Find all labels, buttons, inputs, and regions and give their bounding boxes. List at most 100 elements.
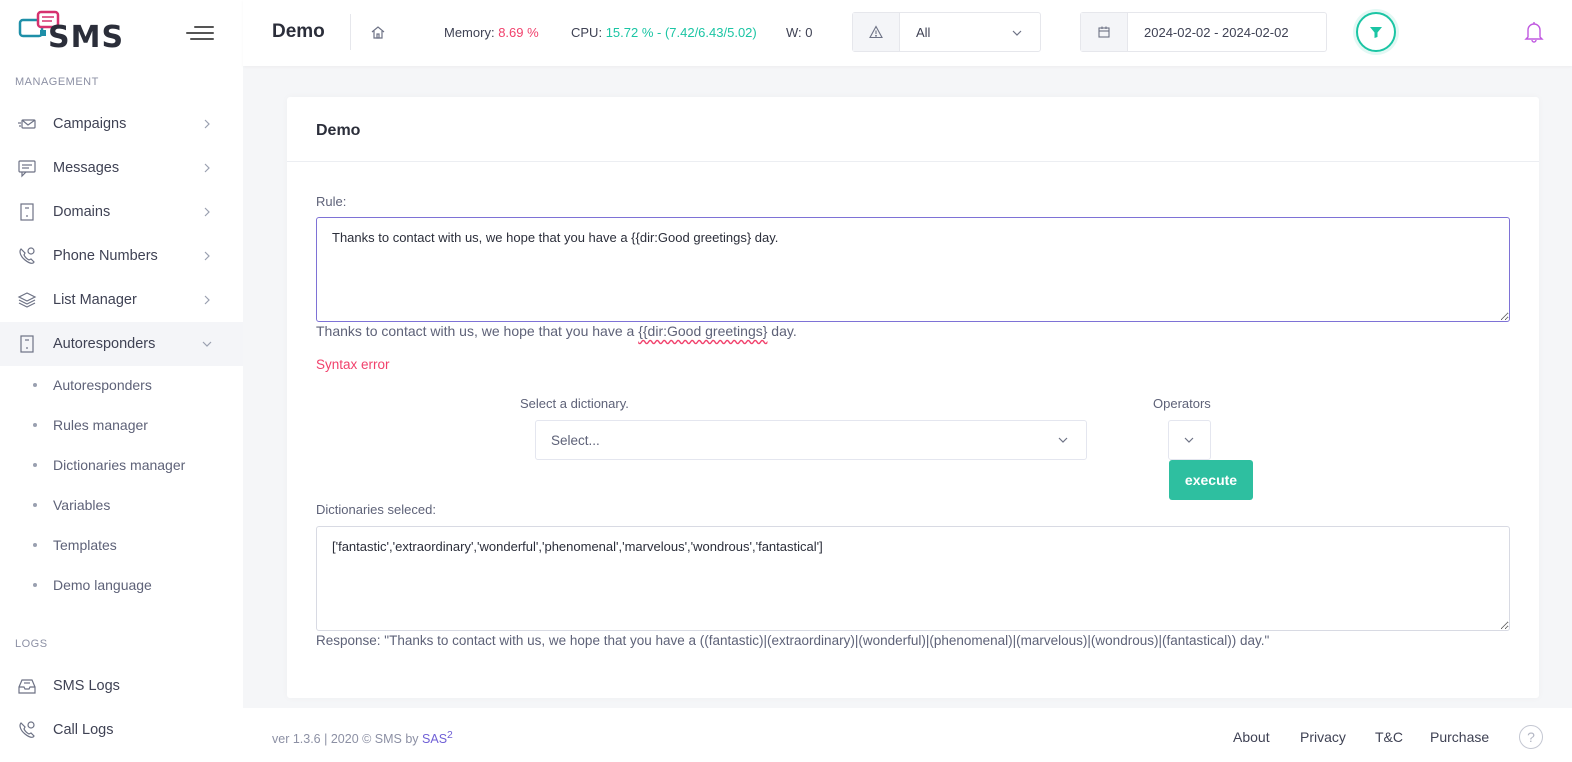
card-title: Demo <box>316 122 361 139</box>
inbox-icon <box>18 679 36 694</box>
bullet-icon <box>33 463 37 467</box>
sidebar-item-label: Phone Numbers <box>53 248 158 264</box>
chevron-right-icon <box>204 207 210 217</box>
sidebar-item-label: Autoresponders <box>53 336 156 352</box>
sidebar-item-sms-logs[interactable]: SMS Logs <box>0 664 243 708</box>
phone-icon <box>19 721 35 738</box>
dictionaries-selected-label: Dictionaries seleced: <box>316 502 436 517</box>
demo-card: Demo Rule: Thanks to contact with us, we… <box>287 97 1539 698</box>
footer-link-tc[interactable]: T&C <box>1375 729 1403 745</box>
building-icon <box>20 335 34 353</box>
sidebar-item-label: Campaigns <box>53 116 127 132</box>
sidebar-item-label: List Manager <box>53 292 137 308</box>
operators-select[interactable] <box>1168 420 1211 460</box>
operators-label: Operators <box>1153 396 1211 411</box>
sidebar-subitem-autoresponders[interactable]: Autoresponders <box>0 370 243 400</box>
chevron-right-icon <box>204 119 210 129</box>
dictionary-select-value: Select... <box>551 433 600 448</box>
brand-link[interactable]: SAS2 <box>422 730 453 747</box>
bullet-icon <box>33 503 37 507</box>
filter-icon <box>1370 27 1382 38</box>
sidebar-subitem-label: Dictionaries manager <box>53 457 186 473</box>
footer-link-purchase[interactable]: Purchase <box>1430 729 1489 745</box>
header-divider <box>350 14 351 50</box>
memory-value: 8.69 % <box>498 25 539 40</box>
sidebar-item-phone-numbers[interactable]: Phone Numbers <box>0 234 243 278</box>
logo-text: SMS <box>48 20 125 55</box>
sidebar-item-label: Call Logs <box>53 722 114 738</box>
sidebar-item-campaigns[interactable]: Campaigns <box>0 102 243 146</box>
chevron-down-icon <box>1012 30 1022 36</box>
dictionary-label: Select a dictionary. <box>520 396 629 411</box>
sidebar-subitem-label: Templates <box>53 537 117 553</box>
chevron-down-icon <box>202 341 212 347</box>
footer-link-about[interactable]: About <box>1233 729 1270 745</box>
memory-label: Memory: <box>444 25 495 40</box>
footer: ver 1.3.6 | 2020 © SMS by SAS2 About Pri… <box>243 708 1572 762</box>
bullet-icon <box>33 423 37 427</box>
section-label-management: MANAGEMENT <box>15 76 99 88</box>
syntax-error-message: Syntax error <box>316 357 390 372</box>
chevron-right-icon <box>204 295 210 305</box>
sidebar-item-label: Messages <box>53 160 120 176</box>
sidebar-subitem-dictionaries-manager[interactable]: Dictionaries manager <box>0 450 243 480</box>
filter-button[interactable] <box>1356 12 1396 52</box>
sidebar: SMS MANAGEMENT Campaigns Messages Domain… <box>0 0 243 762</box>
version-label: ver 1.3.6 | 2020 © SMS by <box>272 732 423 747</box>
sidebar-subitem-label: Variables <box>53 497 111 513</box>
severity-select[interactable]: All <box>852 12 1041 52</box>
version-text: ver 1.3.6 | 2020 © SMS by SAS2 <box>272 730 453 746</box>
date-range-picker[interactable]: 2024-02-02 - 2024-02-02 <box>1080 12 1327 52</box>
cpu-label: CPU: <box>571 25 603 40</box>
sidebar-toggle-button[interactable] <box>186 24 214 42</box>
chevron-down-icon <box>1184 437 1194 443</box>
top-header: Demo Memory: 8.69 % CPU: 15.72 % - (7.42… <box>243 0 1572 66</box>
bell-icon[interactable] <box>1524 21 1544 43</box>
sidebar-subitem-templates[interactable]: Templates <box>0 530 243 560</box>
memory-stat: Memory: 8.69 % <box>444 25 539 40</box>
layers-icon <box>17 292 37 308</box>
preview-before: Thanks to contact with us, we hope that … <box>316 323 639 339</box>
bullet-icon <box>33 583 37 587</box>
footer-link-privacy[interactable]: Privacy <box>1300 729 1346 745</box>
app-logo[interactable]: SMS <box>18 10 138 56</box>
chat-icon <box>18 160 36 178</box>
response-text: Response: "Thanks to contact with us, we… <box>316 633 1270 648</box>
severity-prefix <box>853 13 900 51</box>
brand-sup: 2 <box>447 730 453 741</box>
sidebar-item-domains[interactable]: Domains <box>0 190 243 234</box>
page-title: Demo <box>272 21 325 42</box>
building-icon <box>20 203 34 221</box>
dictionary-select[interactable]: Select... <box>535 420 1087 460</box>
megaphone-icon <box>18 119 36 129</box>
rule-textarea[interactable] <box>316 217 1510 322</box>
dictionaries-selected-textarea[interactable] <box>316 526 1510 631</box>
sidebar-subitem-variables[interactable]: Variables <box>0 490 243 520</box>
sidebar-item-messages[interactable]: Messages <box>0 146 243 190</box>
sidebar-item-call-logs[interactable]: Call Logs <box>0 708 243 752</box>
bullet-icon <box>33 543 37 547</box>
preview-after: day. <box>767 323 797 339</box>
brand-text: SAS <box>422 732 448 747</box>
sidebar-subitem-rules-manager[interactable]: Rules manager <box>0 410 243 440</box>
card-divider <box>287 161 1539 162</box>
w-stat: W: 0 <box>786 25 813 40</box>
date-range-value: 2024-02-02 - 2024-02-02 <box>1144 25 1289 40</box>
preview-error-token: {{dir:Good greetings} <box>638 323 768 339</box>
sidebar-subitem-label: Autoresponders <box>53 377 152 393</box>
chevron-right-icon <box>204 251 210 261</box>
calendar-icon <box>1098 26 1110 38</box>
cpu-stat: CPU: 15.72 % - (7.42/6.43/5.02) <box>571 25 757 40</box>
home-icon[interactable] <box>370 24 386 40</box>
execute-button[interactable]: execute <box>1169 460 1253 500</box>
sidebar-item-autoresponders[interactable]: Autoresponders <box>0 322 243 366</box>
chevron-down-icon <box>1058 437 1068 443</box>
warning-icon <box>869 25 883 39</box>
sidebar-item-label: SMS Logs <box>53 678 120 694</box>
help-icon[interactable]: ? <box>1519 725 1543 749</box>
sidebar-item-list-manager[interactable]: List Manager <box>0 278 243 322</box>
sidebar-subitem-label: Rules manager <box>53 417 148 433</box>
rule-label: Rule: <box>316 194 347 209</box>
sidebar-subitem-demo-language[interactable]: Demo language <box>0 570 243 600</box>
chevron-right-icon <box>204 163 210 173</box>
